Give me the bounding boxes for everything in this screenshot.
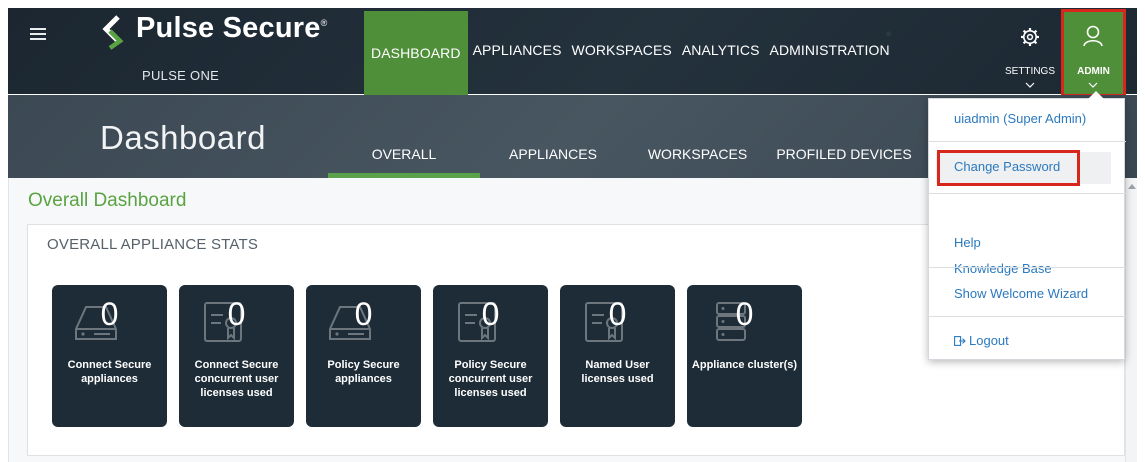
stat-label: Policy Secure appliances: [327, 359, 400, 385]
nav-workspaces[interactable]: WORKSPACES: [567, 11, 677, 95]
stat-tile-appliance-clusters[interactable]: 0 Appliance cluster(s): [687, 285, 802, 427]
stat-tile-policy-secure-licenses[interactable]: 0 Policy Secure concurrent user licenses…: [433, 285, 548, 427]
stat-label: Named User licenses used: [581, 359, 654, 385]
nav-administration[interactable]: ADMINISTRATION: [765, 11, 895, 95]
brand-name[interactable]: Pulse Secure®: [136, 12, 327, 45]
menu-item-help[interactable]: Help: [954, 235, 981, 250]
stat-tile-connect-secure-appliances[interactable]: 0 Connect Secure appliances: [52, 285, 167, 427]
settings-button[interactable]: SETTINGS: [1002, 11, 1058, 95]
chevron-down-icon: [1088, 82, 1098, 88]
stat-value: 0: [100, 296, 119, 332]
tab-appliances[interactable]: APPLIANCES: [480, 95, 626, 178]
stat-label: Policy Secure concurrent user licenses u…: [448, 359, 533, 399]
stat-label: Connect Secure appliances: [67, 359, 152, 385]
hamburger-menu-icon[interactable]: [30, 28, 46, 42]
dashboard-tabs: OVERALL APPLIANCES WORKSPACES PROFILED D…: [328, 95, 919, 178]
nav-dashboard[interactable]: DASHBOARD: [364, 11, 468, 95]
panel-title: OVERALL APPLIANCE STATS: [47, 236, 259, 253]
stat-tile-named-user-licenses[interactable]: 0 Named User licenses used: [560, 285, 675, 427]
menu-current-user[interactable]: uiadmin (Super Admin): [954, 111, 1086, 126]
menu-item-logout[interactable]: Logout: [954, 333, 1009, 348]
scroll-up-arrow-icon[interactable]: [1128, 184, 1136, 189]
stat-value: 0: [354, 296, 373, 332]
logout-icon: [954, 336, 966, 346]
admin-label: ADMIN: [1077, 66, 1110, 77]
stat-tile-policy-secure-appliances[interactable]: 0 Policy Secure appliances: [306, 285, 421, 427]
stat-label: Appliance cluster(s): [691, 359, 798, 371]
scrollbar[interactable]: [1125, 178, 1137, 462]
stat-value: 0: [608, 296, 627, 332]
tab-overall[interactable]: OVERALL: [328, 95, 480, 178]
nav-analytics[interactable]: ANALYTICS: [677, 11, 765, 95]
nav-appliances[interactable]: APPLIANCES: [468, 11, 567, 95]
stat-label: Connect Secure concurrent user licenses …: [194, 359, 279, 399]
logout-label: Logout: [969, 333, 1009, 348]
tab-profiled-devices[interactable]: PROFILED DEVICES: [769, 95, 919, 178]
gear-icon: [1021, 28, 1039, 46]
settings-label: SETTINGS: [1004, 66, 1055, 77]
menu-pointer: [1088, 91, 1104, 99]
stat-value: 0: [481, 296, 500, 332]
page-title: Dashboard: [100, 119, 266, 156]
admin-button[interactable]: ADMIN: [1061, 9, 1126, 97]
menu-divider: [929, 267, 1126, 268]
admin-dropdown-menu: uiadmin (Super Admin) Change Password He…: [928, 91, 1126, 360]
menu-item-knowledge-base[interactable]: Knowledge Base: [954, 261, 1052, 276]
stat-value: 0: [735, 296, 754, 332]
menu-divider: [929, 316, 1126, 317]
chevron-down-icon: [1025, 82, 1035, 88]
tab-workspaces[interactable]: WORKSPACES: [626, 95, 769, 178]
menu-item-show-welcome-wizard[interactable]: Show Welcome Wizard: [954, 286, 1088, 301]
section-title: Overall Dashboard: [28, 190, 187, 211]
pulse-secure-logo-icon: [102, 15, 124, 50]
user-icon: [1083, 25, 1103, 47]
menu-divider: [929, 193, 1126, 194]
menu-divider: [929, 141, 1126, 142]
product-name: PULSE ONE: [142, 68, 220, 83]
stat-value: 0: [227, 296, 246, 332]
stat-tile-connect-secure-licenses[interactable]: 0 Connect Secure concurrent user license…: [179, 285, 294, 427]
main-nav: DASHBOARD APPLIANCES WORKSPACES ANALYTIC…: [364, 11, 895, 95]
change-password-highlight-box: [937, 150, 1080, 186]
